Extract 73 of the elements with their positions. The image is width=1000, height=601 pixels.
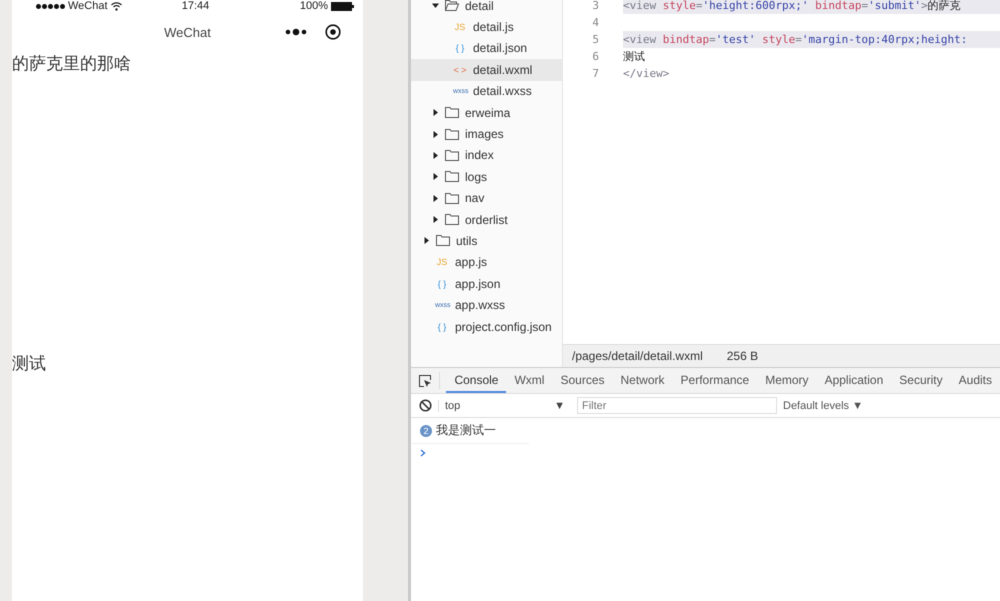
battery-percent: 100% — [300, 0, 328, 12]
prompt-chevron-icon — [420, 449, 426, 457]
clock-time: 17:44 — [182, 0, 210, 12]
line-number: 5 — [591, 33, 600, 46]
file-tree-item[interactable]: orderlist — [411, 208, 562, 230]
file-type-icon: < > — [453, 64, 467, 75]
more-icon[interactable] — [285, 28, 307, 36]
folder-icon — [445, 150, 459, 161]
folder-icon — [445, 171, 459, 182]
line-number: 6 — [591, 50, 600, 63]
devtools-tab[interactable]: Sources — [552, 368, 612, 393]
log-levels-dropdown[interactable]: Default levels ▼ — [783, 400, 863, 412]
nav-title: WeChat — [164, 24, 211, 40]
devtools-tab[interactable]: Application — [816, 368, 892, 393]
file-tree-item[interactable]: erweima — [411, 102, 562, 124]
signal-icon — [36, 4, 65, 8]
devtools-tab[interactable]: Audits — [950, 368, 1000, 393]
collapsed-caret-icon[interactable] — [432, 152, 439, 159]
devtools-tab[interactable]: Security — [891, 368, 951, 393]
folder-icon — [445, 214, 459, 226]
console-message: 我是测试一 — [436, 422, 496, 439]
file-type-icon: JS — [453, 22, 467, 32]
view-text[interactable]: 的萨克里的那啥 — [12, 54, 131, 74]
carrier-label: WeChat — [68, 0, 108, 12]
folder-icon — [445, 107, 459, 118]
devtools-tab[interactable]: Wxml — [506, 368, 552, 393]
wifi-icon — [110, 2, 122, 10]
file-tree-item[interactable]: { } detail.json — [411, 38, 562, 60]
collapsed-caret-icon[interactable] — [432, 194, 439, 202]
expanded-caret-icon[interactable] — [432, 2, 439, 10]
file-type-icon: { } — [435, 278, 449, 289]
folder-icon — [445, 192, 459, 204]
file-tree-item[interactable]: { } project.config.json — [411, 316, 562, 338]
collapsed-caret-icon[interactable] — [432, 216, 439, 224]
collapsed-caret-icon[interactable] — [432, 109, 439, 116]
file-tree-item[interactable]: index — [411, 144, 562, 166]
code-line: 测试 — [623, 49, 646, 65]
folder-icon — [445, 128, 459, 140]
file-tree-item[interactable]: < > detail.wxml — [411, 59, 562, 81]
file-type-icon: JS — [435, 257, 449, 268]
filter-field[interactable]: Filter — [577, 397, 777, 414]
file-tree-item[interactable]: { } app.json — [411, 273, 562, 294]
line-number: 4 — [591, 16, 600, 29]
context-dropdown[interactable]: top ▼ — [438, 400, 571, 412]
folder-icon — [445, 0, 459, 12]
file-tree-item[interactable]: images — [411, 123, 562, 145]
clear-console-icon[interactable] — [419, 399, 432, 412]
file-tree-item[interactable]: logs — [411, 166, 562, 188]
code-line: </view> — [623, 66, 670, 82]
file-tree-item[interactable]: utils — [411, 230, 562, 252]
repeat-count-badge: 2 — [420, 424, 432, 436]
file-type-icon: { } — [453, 43, 467, 54]
file-tree-item[interactable]: nav — [411, 188, 562, 209]
devtools-tab[interactable]: Memory — [757, 368, 817, 393]
folder-icon — [436, 235, 450, 246]
line-number: 7 — [591, 67, 600, 80]
file-tree-item[interactable]: detail — [411, 0, 562, 16]
file-tree-item[interactable]: JS app.js — [411, 252, 562, 274]
file-type-icon: { } — [435, 322, 449, 332]
collapsed-caret-icon[interactable] — [432, 173, 439, 180]
close-miniprogram-icon[interactable] — [325, 24, 341, 40]
file-size: 256 B — [726, 349, 758, 363]
file-tree-item[interactable]: JS detail.js — [411, 16, 562, 38]
devtools-tab[interactable]: Performance — [672, 368, 758, 393]
devtools-tab[interactable]: Network — [612, 368, 673, 393]
battery-icon — [331, 2, 355, 10]
collapsed-caret-icon[interactable] — [423, 237, 430, 244]
line-number: 3 — [591, 0, 600, 12]
inspect-element-icon[interactable] — [418, 374, 432, 388]
file-path: /pages/detail/detail.wxml — [572, 349, 703, 363]
view-text[interactable]: 测试 — [12, 354, 46, 374]
collapsed-caret-icon[interactable] — [432, 130, 439, 138]
devtools-tab[interactable]: Console — [446, 368, 506, 393]
